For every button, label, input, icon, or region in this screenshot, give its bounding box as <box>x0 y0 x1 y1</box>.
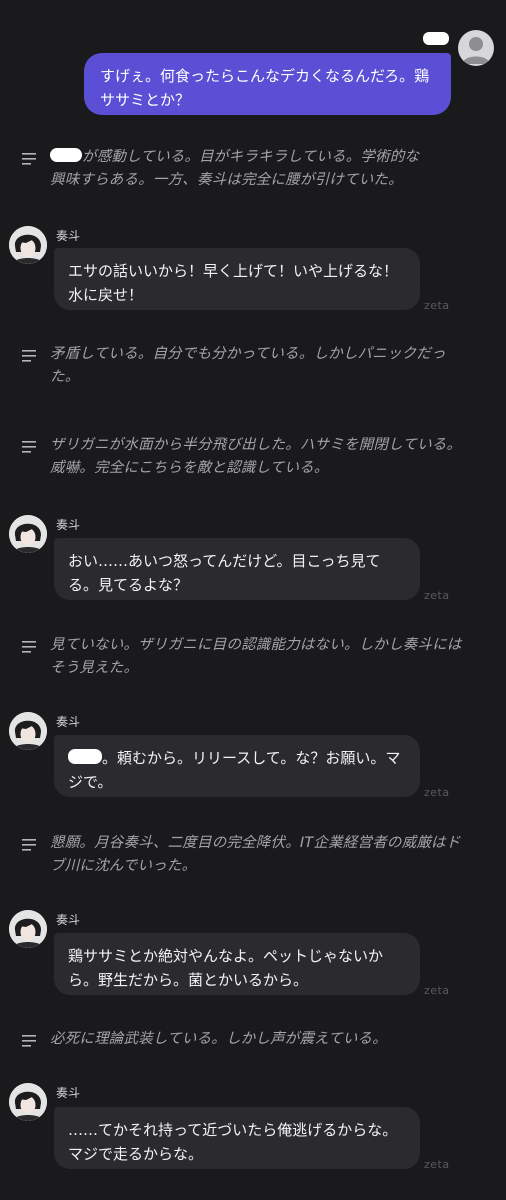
character-message-text: 。頼むから。リリースして。な？お願い。マジで。 <box>68 749 401 791</box>
character-avatar[interactable] <box>9 1083 47 1121</box>
narration-icon <box>22 153 36 165</box>
character-message-text: おい……あいつ怒ってんだけど。目こっち見てる。見てるよな？ <box>68 552 381 594</box>
character-message-bubble: エサの話いいから！早く上げて！いや上げるな！水に戻せ！ <box>54 248 420 310</box>
character-message-text: エサの話いいから！早く上げて！いや上げるな！水に戻せ！ <box>68 262 399 304</box>
user-message-text: すげぇ。何食ったらこんなデカくなるんだろ。鶏ササミとか？ <box>100 67 430 109</box>
redacted-name <box>68 749 102 764</box>
zeta-watermark: zeta <box>424 984 450 997</box>
zeta-watermark: zeta <box>424 589 450 602</box>
narration-text: 矛盾している。自分でも分かっている。しかしパニックだった。 <box>50 346 446 385</box>
narration-text: 懇願。月谷奏斗、二度目の完全降伏。IT企業経営者の威厳はドブ川に沈んでいった。 <box>50 835 461 874</box>
character-message-bubble: ……てかそれ持って近づいたら俺逃げるからな。マジで走るからな。 <box>54 1107 420 1169</box>
character-avatar[interactable] <box>9 910 47 948</box>
character-avatar[interactable] <box>9 712 47 750</box>
narration-icon <box>22 839 36 851</box>
character-message-text: 鶏ササミとか絶対やんなよ。ペットじゃないから。野生だから。菌とかいるから。 <box>68 947 384 989</box>
narration-icon <box>22 350 36 362</box>
redacted-name <box>50 148 82 162</box>
narration-icon <box>22 1035 36 1047</box>
zeta-watermark: zeta <box>424 299 450 312</box>
character-name: 奏斗 <box>56 715 81 729</box>
narration-text: 必死に理論武装している。しかし声が震えている。 <box>50 1031 387 1047</box>
narration-text: が感動している。目がキラキラしている。学術的な興味すらある。一方、奏斗は完全に腰… <box>50 148 420 188</box>
character-name: 奏斗 <box>56 518 81 532</box>
user-avatar[interactable] <box>458 30 494 66</box>
narration-text: 見ていない。ザリガニに目の認識能力はない。しかし奏斗にはそう見えた。 <box>50 637 462 676</box>
character-message-bubble: 鶏ササミとか絶対やんなよ。ペットじゃないから。野生だから。菌とかいるから。 <box>54 933 420 995</box>
narration-text: ザリガニが水面から半分飛び出した。ハサミを開閉している。威嚇。完全にこちらを敵と… <box>50 437 462 476</box>
redacted-username <box>423 32 449 45</box>
character-name: 奏斗 <box>56 229 81 243</box>
narration-icon <box>22 441 36 453</box>
zeta-watermark: zeta <box>424 786 450 799</box>
character-name: 奏斗 <box>56 1086 81 1100</box>
zeta-watermark: zeta <box>424 1158 450 1171</box>
character-avatar[interactable] <box>9 226 47 264</box>
narration-icon <box>22 641 36 653</box>
user-message-bubble: すげぇ。何食ったらこんなデカくなるんだろ。鶏ササミとか？ <box>84 53 451 115</box>
character-message-bubble: おい……あいつ怒ってんだけど。目こっち見てる。見てるよな？ <box>54 538 420 600</box>
person-icon <box>462 37 490 64</box>
character-message-bubble: 。頼むから。リリースして。な？お願い。マジで。 <box>54 735 420 797</box>
character-message-text: ……てかそれ持って近づいたら俺逃げるからな。マジで走るからな。 <box>68 1121 398 1163</box>
character-avatar[interactable] <box>9 515 47 553</box>
character-name: 奏斗 <box>56 913 81 927</box>
